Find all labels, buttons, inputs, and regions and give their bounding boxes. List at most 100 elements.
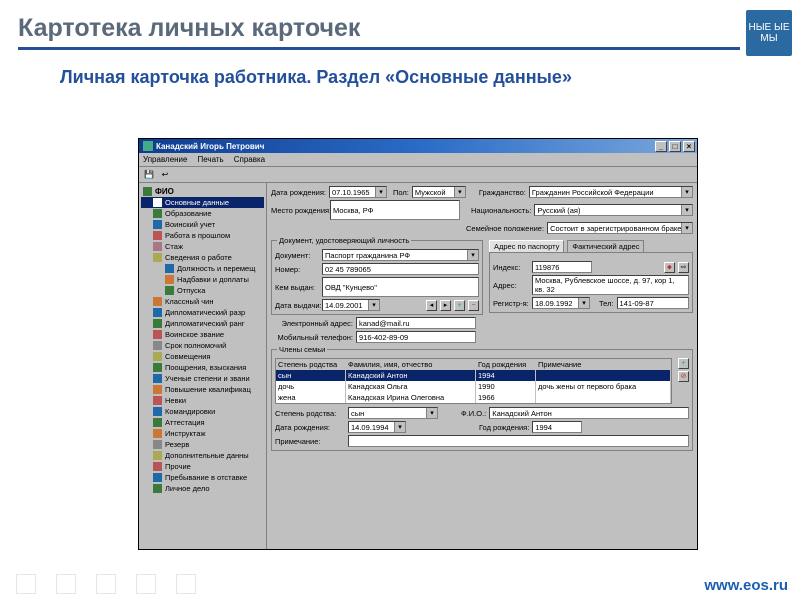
maximize-button[interactable]: □	[669, 141, 681, 152]
detail-year-input[interactable]: 1994	[532, 421, 582, 433]
tree-icon	[153, 308, 162, 317]
nationality-select[interactable]: Русский (ая)	[534, 204, 693, 216]
family-header: Степень родства Фамилия, имя, отчество Г…	[276, 359, 671, 370]
table-row[interactable]: дочьКанадская Ольга1990дочь жены от перв…	[276, 381, 671, 392]
close-button[interactable]: ×	[683, 141, 695, 152]
exit-icon[interactable]: ↩	[158, 168, 172, 182]
tree-item[interactable]: Пребывание в отставке	[141, 472, 264, 483]
tree-item[interactable]: Работа в прошлом	[141, 230, 264, 241]
birth-date-input[interactable]: 07.10.1965	[329, 186, 387, 198]
footer-icon	[16, 574, 36, 594]
tel-input[interactable]: 141-09-87	[617, 297, 689, 309]
detail-rel-select[interactable]: сын	[348, 407, 438, 419]
marital-select[interactable]: Состоит в зарегистрированном браке	[547, 222, 693, 234]
brand-badge: НЫЕ ЫЕ МЫ	[746, 10, 792, 56]
menu-help[interactable]: Справка	[234, 155, 265, 164]
number-label: Номер:	[275, 265, 319, 274]
tree-item[interactable]: Должность и перемещ	[141, 263, 264, 274]
tree-item[interactable]: Образование	[141, 208, 264, 219]
tree-item[interactable]: Невки	[141, 395, 264, 406]
detail-rel-label: Степень родства:	[275, 409, 345, 418]
tree-root[interactable]: ФИО	[141, 186, 264, 197]
tree-item[interactable]: Воинский учет	[141, 219, 264, 230]
issue-date-input[interactable]: 14.09.2001	[322, 299, 380, 311]
nav-next-button[interactable]: ▸	[440, 300, 451, 311]
family-group: Члены семьи Степень родства Фамилия, имя…	[271, 349, 693, 451]
tree-icon	[153, 209, 162, 218]
tree-item-label: Воинский учет	[165, 220, 215, 229]
tree-item[interactable]: Основные данные	[141, 197, 264, 208]
slide-title: Картотека личных карточек	[18, 14, 800, 43]
tree-item[interactable]: Аттестация	[141, 417, 264, 428]
tree-item[interactable]: Воинское звание	[141, 329, 264, 340]
family-remove-button[interactable]: ⊘	[678, 371, 689, 382]
tree-item[interactable]: Дипломатический разр	[141, 307, 264, 318]
tel-label: Тел:	[599, 299, 614, 308]
tree-item[interactable]: Совмещения	[141, 351, 264, 362]
address-action-1[interactable]: ⬥	[664, 262, 675, 273]
tree-item-label: Поощрения, взыскания	[165, 363, 246, 372]
detail-fio-input[interactable]: Канадский Антон	[489, 407, 689, 419]
tab-passport-address[interactable]: Адрес по паспорту	[489, 240, 564, 252]
nav-tree[interactable]: ФИО Основные данныеОбразованиеВоинский у…	[139, 183, 267, 549]
family-table[interactable]: Степень родства Фамилия, имя, отчество Г…	[275, 358, 672, 404]
detail-bd-input[interactable]: 14.09.1994	[348, 421, 406, 433]
reg-input[interactable]: 18.09.1992	[532, 297, 590, 309]
tree-item[interactable]: Стаж	[141, 241, 264, 252]
tree-item[interactable]: Надбавки и доплаты	[141, 274, 264, 285]
tree-item[interactable]: Инструктаж	[141, 428, 264, 439]
address-tabs: Адрес по паспорту Фактический адрес	[489, 240, 693, 252]
tree-item[interactable]: Дополнительные данны	[141, 450, 264, 461]
birth-date-label: Дата рождения:	[271, 188, 326, 197]
citizenship-select[interactable]: Гражданин Российской Федерации	[529, 186, 693, 198]
tree-icon	[153, 396, 162, 405]
doc-label: Документ:	[275, 251, 319, 260]
tree-item[interactable]: Прочие	[141, 461, 264, 472]
table-row[interactable]: сынКанадский Антон1994	[276, 370, 671, 381]
tree-item[interactable]: Поощрения, взыскания	[141, 362, 264, 373]
delete-button[interactable]: −	[468, 300, 479, 311]
index-input[interactable]: 119876	[532, 261, 592, 273]
mobile-input[interactable]: 916-402-89-09	[356, 331, 476, 343]
tree-item[interactable]: Срок полномочий	[141, 340, 264, 351]
add-button[interactable]: +	[454, 300, 465, 311]
slide-header: Картотека личных карточек НЫЕ ЫЕ МЫ	[0, 0, 800, 56]
email-input[interactable]: kanad@mail.ru	[356, 317, 476, 329]
number-input[interactable]: 02 45 789065	[322, 263, 479, 275]
titlebar[interactable]: Канадский Игорь Петрович _ □ ×	[139, 139, 697, 153]
issued-by-input[interactable]: ОВД "Кунцево"	[322, 277, 479, 297]
detail-note-input[interactable]	[348, 435, 689, 447]
family-add-button[interactable]: +	[678, 358, 689, 369]
tree-item-label: Невки	[165, 396, 186, 405]
doc-select[interactable]: Паспорт гражданина РФ	[322, 249, 479, 261]
menu-print[interactable]: Печать	[197, 155, 223, 164]
tree-item[interactable]: Личное дело	[141, 483, 264, 494]
sex-select[interactable]: Мужской	[412, 186, 466, 198]
tree-item[interactable]: Классный чин	[141, 296, 264, 307]
tree-item-label: Повышение квалификац	[165, 385, 251, 394]
tree-item[interactable]: Повышение квалификац	[141, 384, 264, 395]
tab-actual-address[interactable]: Фактический адрес	[567, 240, 644, 252]
minimize-button[interactable]: _	[655, 141, 667, 152]
table-cell	[536, 392, 671, 403]
window-title: Канадский Игорь Петрович	[156, 142, 653, 151]
tree-item[interactable]: Ученые степени и звани	[141, 373, 264, 384]
tree-item-label: Резерв	[165, 440, 189, 449]
table-cell: дочь	[276, 381, 346, 392]
menu-manage[interactable]: Управление	[143, 155, 187, 164]
tree-item-label: Аттестация	[165, 418, 205, 427]
nav-prev-button[interactable]: ◂	[426, 300, 437, 311]
save-icon[interactable]: 💾	[142, 168, 156, 182]
addr-input[interactable]: Москва, Рублевское шоссе, д. 97, кор 1, …	[532, 275, 689, 295]
table-cell: Канадская Ирина Олеговна	[346, 392, 476, 403]
tree-item[interactable]: Сведения о работе	[141, 252, 264, 263]
citizenship-label: Гражданство:	[479, 188, 526, 197]
address-action-2[interactable]: ⇨	[678, 262, 689, 273]
tree-item[interactable]: Резерв	[141, 439, 264, 450]
table-row[interactable]: женаКанадская Ирина Олеговна1966	[276, 392, 671, 403]
document-group-title: Документ, удостоверяющий личность	[277, 236, 411, 245]
tree-item[interactable]: Командировки	[141, 406, 264, 417]
birth-place-input[interactable]: Москва, РФ	[330, 200, 460, 220]
tree-item[interactable]: Дипломатический ранг	[141, 318, 264, 329]
tree-item[interactable]: Отпуска	[141, 285, 264, 296]
